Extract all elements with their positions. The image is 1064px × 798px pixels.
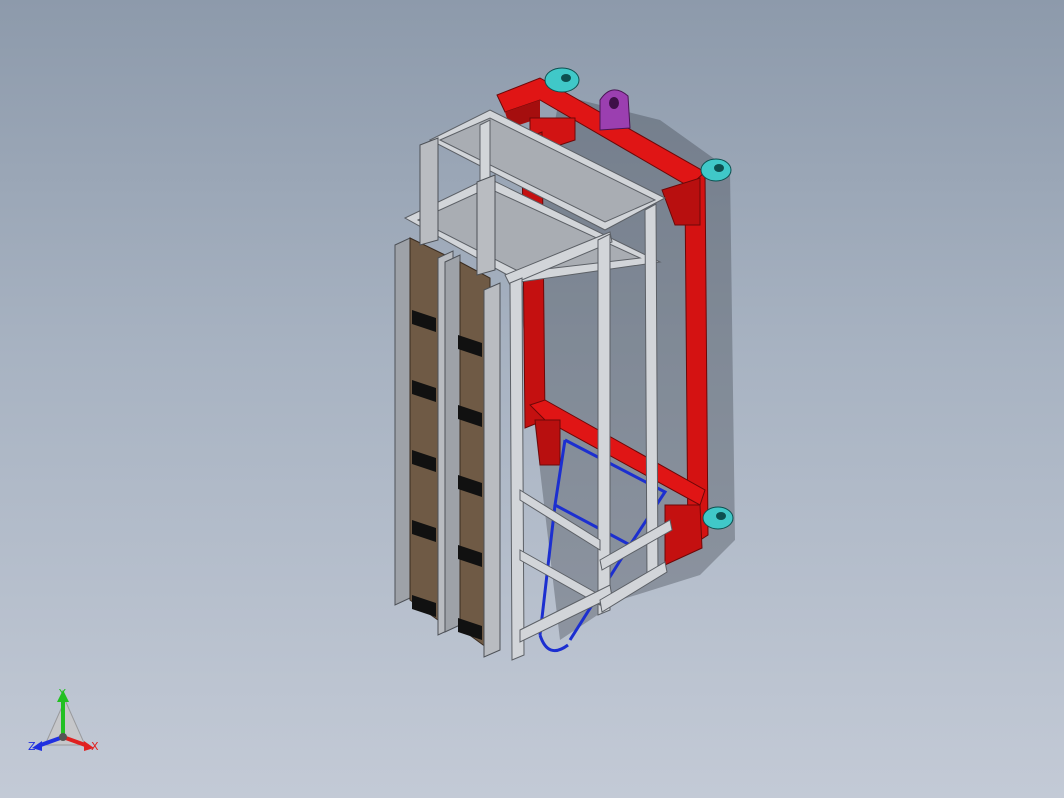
cad-3d-viewport[interactable]: Y X Z — [0, 0, 1064, 798]
lifting-lug-icon[interactable] — [599, 89, 631, 131]
triad-x-label: X — [91, 740, 99, 753]
caster-wheel-top-right-icon[interactable] — [700, 158, 732, 182]
triad-z-label: Z — [28, 740, 36, 753]
triad-y-label: Y — [58, 687, 66, 700]
orientation-triad[interactable]: Y X Z — [28, 687, 99, 753]
caster-wheel-bottom-right-icon[interactable] — [702, 506, 734, 530]
caster-wheel-top-left-icon[interactable] — [544, 67, 580, 93]
